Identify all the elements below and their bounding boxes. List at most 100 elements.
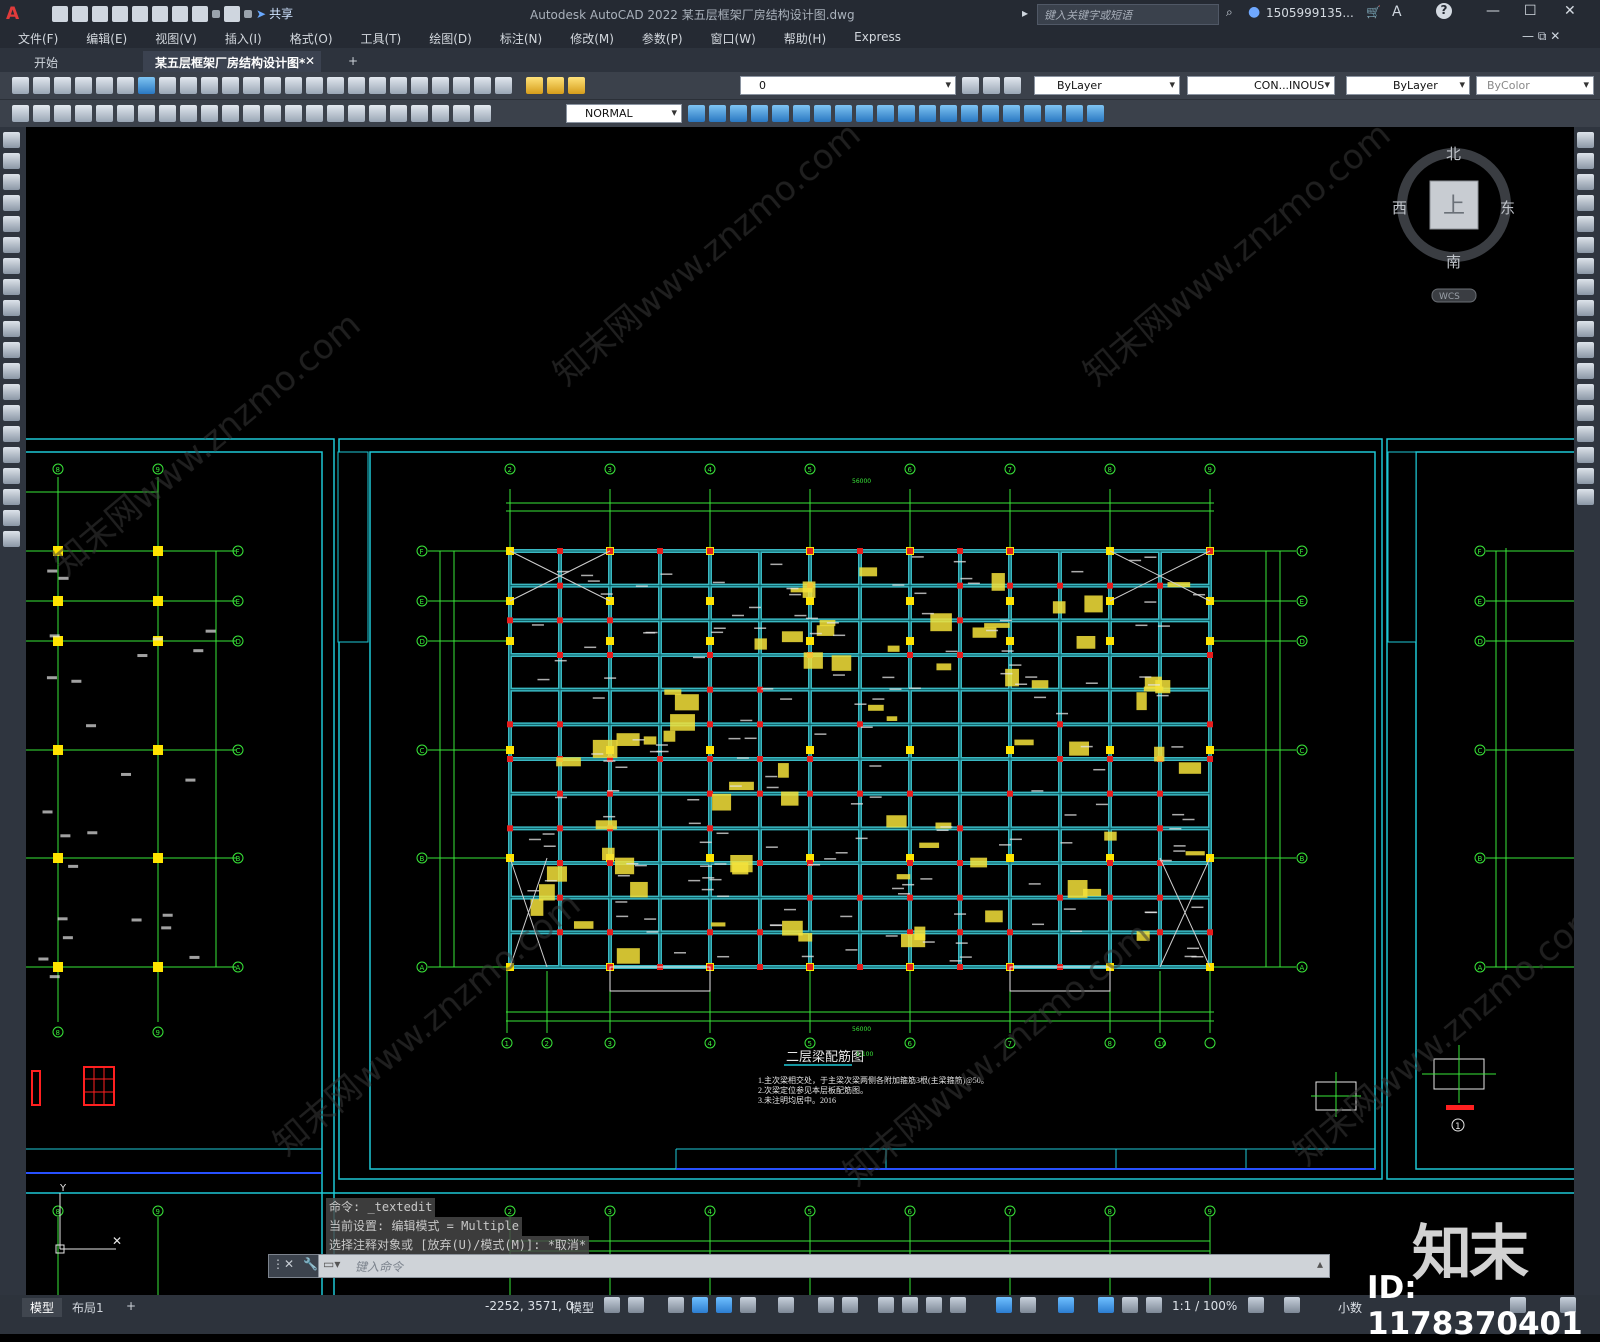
close-button[interactable]: ✕ (1564, 3, 1576, 19)
extend-icon[interactable] (898, 105, 915, 122)
search-input[interactable]: 键入关键字或短语 (1037, 4, 1219, 25)
plot-icon[interactable] (172, 6, 188, 22)
chamfer-tool-icon[interactable] (1577, 426, 1594, 442)
fillet-icon[interactable] (982, 105, 999, 122)
break-tool-icon[interactable] (1577, 363, 1594, 379)
plotstyle-select[interactable]: ByColor (1476, 76, 1594, 95)
aligned-dim-icon[interactable] (96, 105, 113, 122)
mtext-icon[interactable] (3, 510, 20, 526)
command-input[interactable]: ▭▾ 键入命令 ▴ (318, 1254, 1330, 1278)
units-select[interactable]: 小数 (1338, 1299, 1362, 1316)
scale-icon[interactable] (835, 105, 852, 122)
3d-osnap-icon[interactable] (950, 1297, 966, 1313)
new-tab-button[interactable]: + (336, 51, 368, 72)
trim-tool-icon[interactable] (1577, 321, 1594, 337)
rotate-tool-icon[interactable] (1577, 258, 1594, 274)
calculator-icon[interactable] (474, 77, 491, 94)
customize-command-icon[interactable]: 🔧 (303, 1257, 318, 1271)
undo-icon[interactable] (192, 6, 208, 22)
trim-icon[interactable] (877, 105, 894, 122)
menu-parametric[interactable]: 参数(P) (624, 27, 693, 48)
tool-3-icon[interactable] (54, 105, 71, 122)
linear-dim-icon[interactable] (75, 105, 92, 122)
viewcube[interactable]: 上 北 南 东 西 WCS (1392, 145, 1515, 302)
dim-text-edit-icon[interactable] (453, 105, 470, 122)
zoom-window-icon[interactable] (327, 77, 344, 94)
layer-states-icon[interactable] (1004, 77, 1021, 94)
match-prop-icon[interactable] (222, 77, 239, 94)
user-name[interactable]: 1505999135... (1266, 6, 1354, 20)
plot-icon[interactable] (75, 77, 92, 94)
color-select[interactable]: ByLayer (1034, 76, 1180, 95)
space-icon[interactable] (306, 105, 323, 122)
copy-tool-icon[interactable] (1577, 153, 1594, 169)
region-icon[interactable] (3, 468, 20, 484)
explode-icon[interactable] (1003, 105, 1020, 122)
design-center-icon[interactable] (390, 77, 407, 94)
array-tool-icon[interactable] (1577, 216, 1594, 232)
open-file-icon[interactable] (72, 6, 88, 22)
menu-insert[interactable]: 插入(I) (207, 27, 272, 48)
join-icon[interactable] (940, 105, 957, 122)
user-icon[interactable]: ● (1248, 4, 1260, 20)
layer-select[interactable]: 0 (740, 76, 956, 95)
polyline-icon[interactable] (3, 174, 20, 190)
help-icon[interactable]: ? (1436, 3, 1452, 19)
menu-draw[interactable]: 绘图(D) (411, 27, 482, 48)
extend-tool-icon[interactable] (1577, 342, 1594, 358)
menu-modify[interactable]: 修改(M) (552, 27, 624, 48)
chamfer-icon[interactable] (961, 105, 978, 122)
menu-help[interactable]: 帮助(H) (766, 27, 836, 48)
annotation-monitor-icon[interactable] (1284, 1297, 1300, 1313)
compass-south[interactable]: 南 (1446, 253, 1461, 271)
erase-tool-icon[interactable] (1577, 132, 1594, 148)
doc-window-controls[interactable]: — ⧉ ✕ (1522, 29, 1560, 44)
fillet-tool-icon[interactable] (1577, 447, 1594, 463)
diameter-icon[interactable] (201, 105, 218, 122)
tab-layout1[interactable]: 布局1 (64, 1298, 112, 1317)
menu-edit[interactable]: 编辑(E) (68, 27, 137, 48)
explode-tool-icon[interactable] (1577, 489, 1594, 505)
construction-line-icon[interactable] (3, 153, 20, 169)
block-icon[interactable] (1066, 105, 1083, 122)
minimize-button[interactable]: — (1486, 3, 1500, 19)
qnew-icon[interactable] (12, 77, 29, 94)
make-block-icon[interactable] (3, 384, 20, 400)
preview-icon[interactable] (96, 77, 113, 94)
menu-file[interactable]: 文件(F) (0, 27, 68, 48)
tab-model[interactable]: 模型 (22, 1298, 62, 1317)
isodraft-icon[interactable] (778, 1297, 794, 1313)
auto-scale-icon[interactable] (1122, 1297, 1138, 1313)
insert-block-icon[interactable] (3, 363, 20, 379)
lineweight-select[interactable]: ByLayer (1346, 76, 1470, 95)
baseline-icon[interactable] (264, 105, 281, 122)
menu-format[interactable]: 格式(O) (272, 27, 343, 48)
new-file-icon[interactable] (52, 6, 68, 22)
ortho-icon[interactable] (716, 1297, 732, 1313)
menu-tools[interactable]: 工具(T) (343, 27, 412, 48)
tool-2-icon[interactable] (33, 105, 50, 122)
add-layout-button[interactable]: + (118, 1298, 144, 1314)
lineweight-icon[interactable] (878, 1297, 894, 1313)
array-icon[interactable] (772, 105, 789, 122)
revcloud-icon[interactable] (3, 279, 20, 295)
copy-obj-icon[interactable] (709, 105, 726, 122)
ellipse-arc-icon[interactable] (3, 342, 20, 358)
line-tool-icon[interactable] (3, 132, 20, 148)
undo-dropdown-icon[interactable] (212, 10, 220, 18)
scale-tool-icon[interactable] (1577, 279, 1594, 295)
open-icon[interactable] (33, 77, 50, 94)
blend-tool-icon[interactable] (1577, 468, 1594, 484)
compass-west[interactable]: 西 (1392, 199, 1407, 217)
undo-icon[interactable] (243, 77, 260, 94)
coordinates-readout[interactable]: -2252, 3571, 0 (485, 1299, 573, 1313)
break-point-icon[interactable] (919, 105, 936, 122)
layer-previous-icon[interactable] (983, 77, 1000, 94)
markup-icon[interactable] (453, 77, 470, 94)
jogged-icon[interactable] (180, 105, 197, 122)
share-button[interactable]: ➤ 共享 (256, 5, 293, 22)
dynamic-input-icon[interactable] (692, 1297, 708, 1313)
break-icon[interactable] (327, 105, 344, 122)
stretch-icon[interactable] (856, 105, 873, 122)
tool-palettes-icon[interactable] (411, 77, 428, 94)
